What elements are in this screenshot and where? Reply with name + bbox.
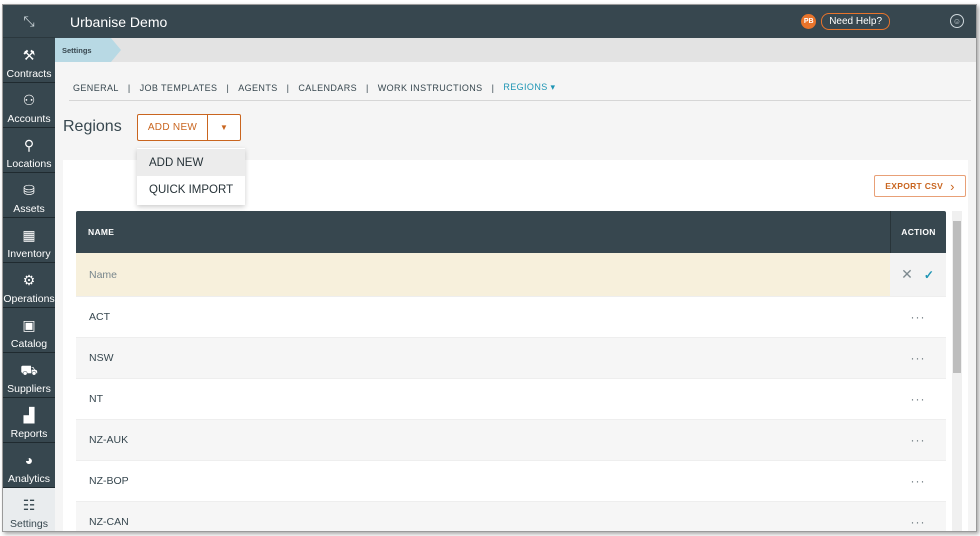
tab-regions[interactable]: REGIONS ▾ (503, 82, 555, 93)
tab-separator: | (127, 82, 131, 93)
export-csv-button[interactable]: EXPORT CSV › (874, 175, 966, 197)
sidebar-item-accounts[interactable]: ⚇ Accounts (3, 83, 55, 128)
more-actions-icon[interactable]: ··· (890, 338, 946, 378)
tabs-divider (69, 100, 971, 101)
new-region-row: Name ✕ ✓ (76, 253, 946, 297)
user-profile-icon[interactable]: ☺ (950, 14, 964, 28)
sidebar-item-operations[interactable]: ⚙ Operations (3, 263, 55, 308)
sidebar-item-label: Settings (10, 518, 48, 530)
need-help-button[interactable]: Need Help? (821, 13, 890, 30)
gears-icon: ⚙ (22, 272, 36, 288)
sidebar-item-analytics[interactable]: ◕ Analytics (3, 443, 55, 488)
add-new-dropdown-menu: ADD NEW QUICK IMPORT (137, 148, 245, 205)
add-new-split-button: ADD NEW ▼ (137, 114, 241, 141)
regions-panel: EXPORT CSV › NAME ACTION Name ✕ ✓ ACT ···… (63, 160, 968, 531)
edit-row-actions: ✕ ✓ (890, 253, 946, 296)
menu-item-quick-import[interactable]: QUICK IMPORT (137, 176, 245, 203)
sidebar-item-settings[interactable]: ☷ Settings (3, 488, 55, 531)
confirm-check-icon[interactable]: ✓ (924, 268, 935, 282)
tab-agents[interactable]: AGENTS (238, 83, 277, 93)
more-actions-icon[interactable]: ··· (890, 420, 946, 460)
sidebar-item-label: Inventory (7, 248, 51, 260)
help-area: PB Need Help? (801, 13, 890, 30)
sidebar-item-label: Locations (6, 158, 52, 170)
tab-separator: | (491, 82, 495, 93)
export-csv-label: EXPORT CSV (885, 181, 944, 191)
tab-work-instructions[interactable]: WORK INSTRUCTIONS (378, 83, 483, 93)
tab-separator: | (366, 82, 369, 93)
collapse-icon[interactable]: ⤡ (3, 5, 55, 38)
cancel-icon[interactable]: ✕ (901, 266, 914, 283)
menu-item-add-new[interactable]: ADD NEW (137, 149, 245, 176)
tab-separator: | (226, 82, 230, 93)
sidebar-item-suppliers[interactable]: ⛟ Suppliers (3, 353, 55, 398)
table-row[interactable]: NSW ··· (76, 338, 946, 379)
region-name-cell: ACT (89, 311, 110, 323)
tab-general[interactable]: GENERAL (73, 83, 119, 93)
region-name-cell: NSW (89, 352, 114, 364)
table-row[interactable]: NZ-AUK ··· (76, 420, 946, 461)
caret-down-icon[interactable]: ▼ (208, 115, 240, 140)
sidebar-item-label: Operations (3, 293, 55, 305)
column-header-name[interactable]: NAME (76, 211, 890, 253)
table-row[interactable]: ACT ··· (76, 297, 946, 338)
more-actions-icon[interactable]: ··· (890, 379, 946, 419)
sidebar-item-label: Catalog (10, 338, 48, 350)
region-name-input[interactable]: Name (76, 253, 890, 296)
app-title: Urbanise Demo (70, 13, 168, 30)
sidebar-item-label: Reports (10, 428, 48, 440)
table-scrollbar[interactable] (952, 211, 962, 531)
bar-chart-icon: ▟ (23, 407, 35, 423)
sidebar-item-contracts[interactable]: ⚒ Contracts (3, 38, 55, 83)
inventory-icon: ▦ (22, 227, 36, 243)
region-name-cell: NZ-AUK (89, 434, 129, 446)
help-badge-icon[interactable]: PB (801, 14, 817, 29)
chevron-right-icon: › (950, 178, 955, 194)
sidebar-item-inventory[interactable]: ▦ Inventory (3, 218, 55, 263)
top-header: Urbanise Demo PB Need Help? ☺ (55, 5, 976, 38)
sidebar-item-label: Analytics (7, 473, 50, 485)
sidebar-item-label: Accounts (7, 113, 51, 125)
region-name-cell: NZ-CAN (89, 516, 129, 528)
column-header-action: ACTION (890, 211, 946, 253)
truck-icon: ⛟ (20, 362, 38, 378)
catalog-icon: ▣ (22, 317, 36, 333)
pin-icon: ⚲ (23, 137, 35, 153)
table-row[interactable]: NT ··· (76, 379, 946, 420)
breadcrumb-settings[interactable]: Settings (55, 38, 121, 62)
accounts-icon: ⚇ (22, 92, 36, 108)
table-row[interactable]: NZ-CAN ··· (76, 502, 946, 531)
sidebar-item-label: Assets (13, 203, 45, 215)
page-title: Regions (63, 118, 122, 135)
main-content: GENERAL | JOB TEMPLATES | AGENTS | CALEN… (55, 62, 976, 531)
sliders-icon: ☷ (22, 497, 36, 513)
table-header: NAME ACTION (76, 211, 946, 253)
assets-icon: ⛁ (23, 182, 35, 198)
tab-separator: | (286, 82, 290, 93)
region-name-cell: NZ-BOP (89, 475, 129, 487)
add-new-button[interactable]: ADD NEW (138, 115, 208, 140)
wrench-icon: ⚒ (22, 47, 36, 63)
sidebar-item-locations[interactable]: ⚲ Locations (3, 128, 55, 173)
breadcrumb: Settings (55, 38, 976, 62)
tab-job-templates[interactable]: JOB TEMPLATES (140, 83, 218, 93)
sidebar-item-label: Suppliers (7, 383, 51, 395)
sidebar-item-reports[interactable]: ▟ Reports (3, 398, 55, 443)
pie-chart-icon: ◕ (24, 452, 34, 468)
more-actions-icon[interactable]: ··· (890, 461, 946, 501)
scrollbar-thumb[interactable] (953, 221, 961, 373)
regions-table: NAME ACTION Name ✕ ✓ ACT ··· NSW ··· NT ··· NZ… (76, 211, 946, 531)
tab-calendars[interactable]: CALENDARS (298, 83, 357, 93)
sidebar: ⤡ ⚒ Contracts ⚇ Accounts ⚲ Locations ⛁ Assets ▦ I… (3, 5, 55, 531)
settings-tabs: GENERAL | JOB TEMPLATES | AGENTS | CALEN… (73, 82, 555, 93)
table-row[interactable]: NZ-BOP ··· (76, 461, 946, 502)
sidebar-item-assets[interactable]: ⛁ Assets (3, 173, 55, 218)
sidebar-item-catalog[interactable]: ▣ Catalog (3, 308, 55, 353)
more-actions-icon[interactable]: ··· (890, 297, 946, 337)
sidebar-item-label: Contracts (6, 68, 52, 80)
region-name-cell: NT (89, 393, 103, 405)
app-window: ⤡ ⚒ Contracts ⚇ Accounts ⚲ Locations ⛁ Assets ▦ I… (2, 4, 977, 532)
more-actions-icon[interactable]: ··· (890, 502, 946, 531)
